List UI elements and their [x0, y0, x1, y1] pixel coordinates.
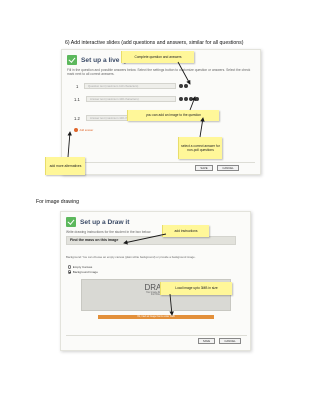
arrow-image [189, 96, 196, 111]
callout-arrows [67, 61, 205, 316]
arrow-upload [169, 293, 174, 316]
arrow-instructions [123, 233, 167, 245]
arrow-complete [177, 61, 191, 85]
arrow-correct [199, 117, 205, 138]
arrow-alternatives [67, 131, 72, 158]
